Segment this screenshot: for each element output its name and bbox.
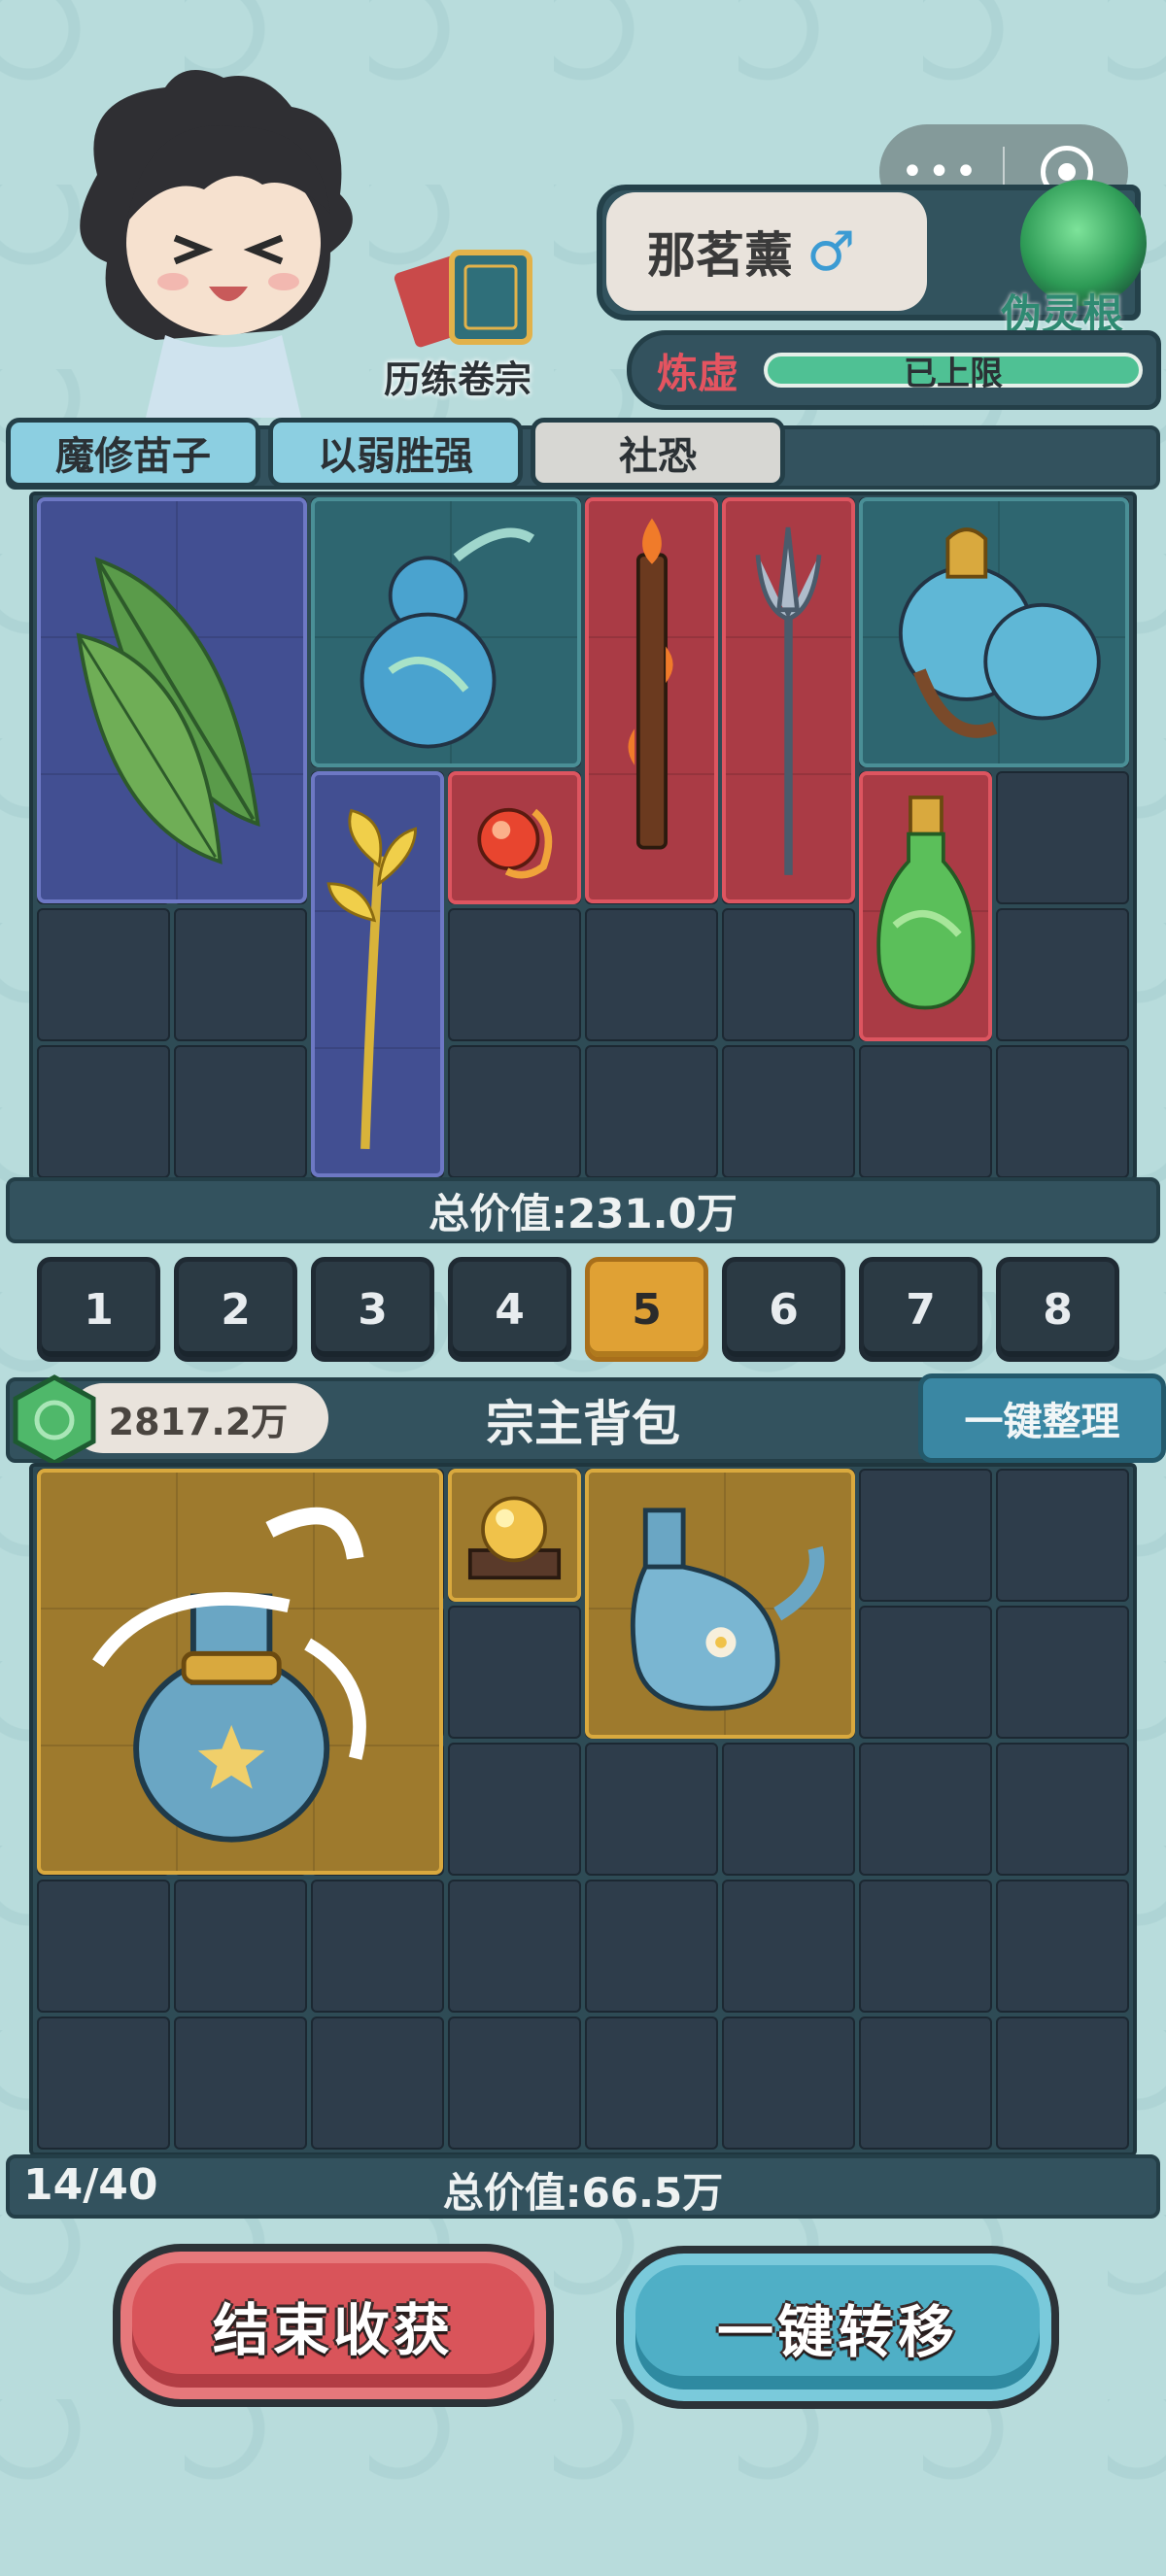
page-selector: 12345678 — [37, 1257, 1119, 1362]
page-button-6[interactable]: 6 — [722, 1257, 845, 1362]
grid-cell[interactable] — [996, 908, 1129, 1041]
grid-cell[interactable] — [996, 1606, 1129, 1739]
grid-cell[interactable] — [448, 1045, 581, 1178]
trait-tag[interactable]: 魔修苗子 — [6, 418, 260, 488]
grid-cell[interactable] — [174, 1045, 307, 1178]
page-button-5[interactable]: 5 — [585, 1257, 708, 1362]
grid-cell[interactable] — [722, 2017, 855, 2150]
grid-cell[interactable] — [448, 1606, 581, 1739]
grid-cell[interactable] — [996, 1743, 1129, 1876]
bag-capacity: 14/40 — [23, 2160, 158, 2210]
grid-cell[interactable] — [859, 1045, 992, 1178]
trait-tag[interactable]: 以弱胜强 — [268, 418, 523, 488]
end-harvest-button[interactable]: 结束收获 — [113, 2244, 554, 2407]
grid-cell[interactable] — [174, 908, 307, 1041]
character-avatar — [80, 70, 353, 418]
loot-item-flame-staff[interactable] — [585, 497, 718, 903]
grid-cell[interactable] — [174, 2017, 307, 2150]
page-button-3[interactable]: 3 — [311, 1257, 434, 1362]
loot-item-blue-gourd[interactable] — [311, 497, 581, 767]
grid-cell[interactable] — [859, 1606, 992, 1739]
transfer-all-label: 一键转移 — [716, 2299, 958, 2365]
page-button-2[interactable]: 2 — [174, 1257, 297, 1362]
player-name-box: 那茗薰 ♂ — [606, 192, 927, 311]
page-button-8[interactable]: 8 — [996, 1257, 1119, 1362]
grid-cell[interactable] — [996, 1469, 1129, 1602]
grid-cell[interactable] — [996, 1880, 1129, 2013]
loot-item-fire-pearl[interactable] — [448, 771, 581, 904]
realm-progress-bar: 已上限 — [764, 353, 1143, 393]
realm-progress-text: 已上限 — [904, 354, 1003, 393]
bag-total-value: 总价值:66.5万 — [442, 2169, 724, 2217]
grid-cell[interactable] — [585, 2017, 718, 2150]
loot-item-green-potion[interactable] — [859, 771, 992, 1041]
grid-cell[interactable] — [585, 1045, 718, 1178]
loot-total-value: 总价值:231.0万 — [6, 1177, 1160, 1243]
page-button-1[interactable]: 1 — [37, 1257, 160, 1362]
grid-cell[interactable] — [311, 1880, 444, 2013]
bag-title: 宗主背包 — [486, 1396, 680, 1452]
loot-item-gold-gourd-flask[interactable] — [859, 497, 1129, 767]
grid-cell[interactable] — [722, 1045, 855, 1178]
bag-item-flower-teapot[interactable] — [585, 1469, 855, 1739]
grid-cell[interactable] — [859, 1743, 992, 1876]
realm-bar: 炼虚 已上限 — [627, 330, 1161, 410]
bag-item-star-vase[interactable] — [37, 1469, 443, 1875]
realm-name: 炼虚 — [657, 349, 739, 397]
loot-item-golden-herb[interactable] — [311, 771, 444, 1177]
grid-cell[interactable] — [448, 908, 581, 1041]
grid-cell[interactable] — [37, 1045, 170, 1178]
grid-cell[interactable] — [37, 908, 170, 1041]
loot-item-spirit-leaf[interactable] — [37, 497, 307, 903]
page-button-4[interactable]: 4 — [448, 1257, 571, 1362]
grid-cell[interactable] — [722, 1880, 855, 2013]
grid-cell[interactable] — [859, 2017, 992, 2150]
grid-cell[interactable] — [448, 2017, 581, 2150]
grid-cell[interactable] — [585, 908, 718, 1041]
grid-cell[interactable] — [722, 1743, 855, 1876]
grid-cell[interactable] — [37, 2017, 170, 2150]
grid-cell[interactable] — [859, 1469, 992, 1602]
grid-cell[interactable] — [585, 1743, 718, 1876]
journal-label[interactable]: 历练卷宗 — [384, 350, 532, 403]
spirit-stone-icon — [13, 1374, 96, 1466]
bag-item-golden-orb[interactable] — [448, 1469, 581, 1602]
grid-cell[interactable] — [996, 771, 1129, 904]
player-name: 那茗薰 — [647, 227, 793, 284]
grid-cell[interactable] — [859, 1880, 992, 2013]
trait-tag[interactable]: 社恐 — [531, 418, 785, 488]
grid-cell[interactable] — [448, 1743, 581, 1876]
currency-amount: 2817.2万 — [68, 1383, 328, 1453]
grid-cell[interactable] — [174, 1880, 307, 2013]
male-icon: ♂ — [806, 220, 856, 284]
transfer-all-button[interactable]: 一键转移 — [616, 2246, 1059, 2409]
grid-cell[interactable] — [996, 2017, 1129, 2150]
loot-item-silver-trident[interactable] — [722, 497, 855, 903]
grid-cell[interactable] — [585, 1880, 718, 2013]
page-button-7[interactable]: 7 — [859, 1257, 982, 1362]
grid-cell[interactable] — [722, 908, 855, 1041]
journal-book-icon[interactable] — [384, 243, 559, 350]
end-harvest-label: 结束收获 — [212, 2297, 454, 2363]
grid-cell[interactable] — [448, 1880, 581, 2013]
auto-sort-button[interactable]: 一键整理 — [918, 1373, 1166, 1463]
grid-cell[interactable] — [311, 2017, 444, 2150]
grid-cell[interactable] — [37, 1880, 170, 2013]
grid-cell[interactable] — [996, 1045, 1129, 1178]
